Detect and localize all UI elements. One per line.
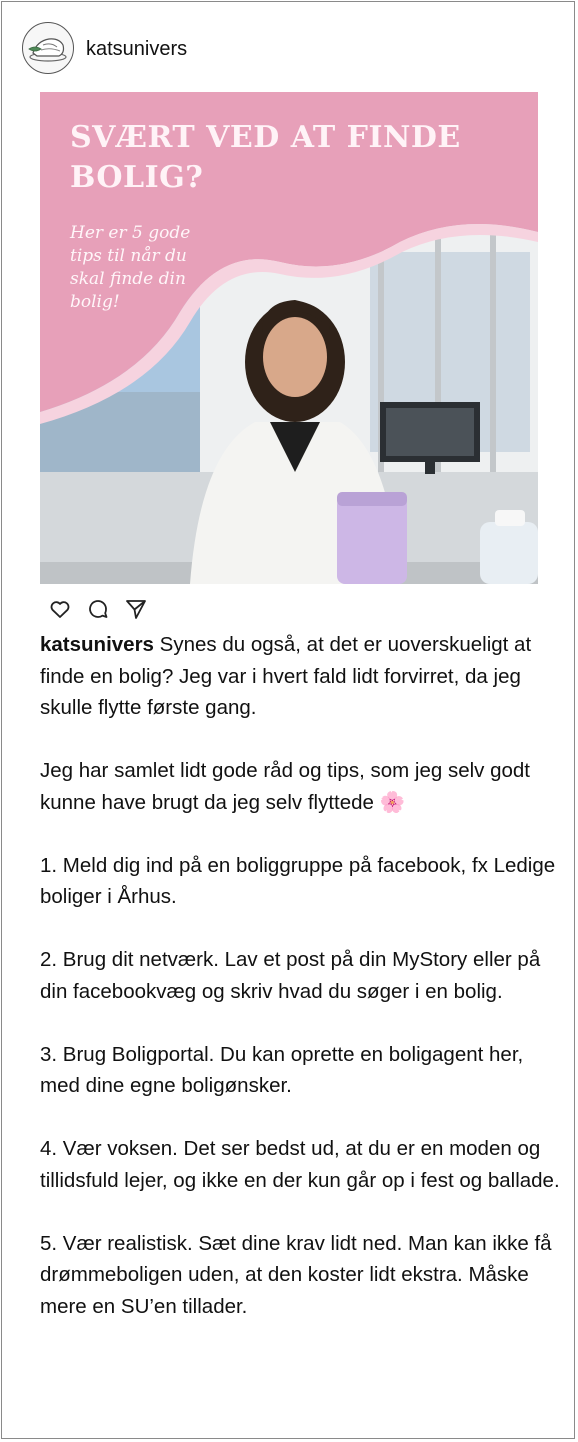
logo-icon — [28, 38, 67, 62]
post-username[interactable]: katsunivers — [86, 36, 187, 62]
post-subline: Her er 5 gode tips til når du skal finde… — [70, 223, 191, 312]
caption-tip-5: 5. Vær realistisk. Sæt dine krav lidt ne… — [40, 1231, 552, 1318]
comment-icon[interactable] — [86, 597, 110, 621]
caption-tip-4: 4. Vær voksen. Det ser bedst ud, at du e… — [40, 1137, 560, 1192]
caption-tip-1: 1. Meld dig ind på en boliggruppe på fac… — [40, 853, 556, 909]
caption-tip-3: 3. Brug Boligportal. Du kan oprette en b… — [40, 1042, 524, 1098]
post-image[interactable]: SVÆRT VED AT FINDE BOLIG? Her er 5 gode … — [40, 92, 538, 584]
share-icon[interactable] — [124, 597, 148, 621]
post-headline: SVÆRT VED AT FINDE BOLIG? — [70, 120, 461, 195]
caption-username[interactable]: katsunivers — [40, 633, 154, 656]
caption-paragraph: Jeg har samlet lidt gode råd og tips, so… — [40, 759, 530, 814]
action-bar — [48, 597, 148, 621]
heart-icon[interactable] — [48, 597, 72, 621]
profile-avatar[interactable] — [22, 22, 74, 74]
caption-intro: katsunivers Synes du også, at det er uov… — [40, 629, 568, 724]
post-caption: katsunivers Synes du også, at det er uov… — [40, 629, 568, 1354]
caption-tip-2: 2. Brug dit netværk. Lav et post på din … — [40, 948, 541, 1003]
